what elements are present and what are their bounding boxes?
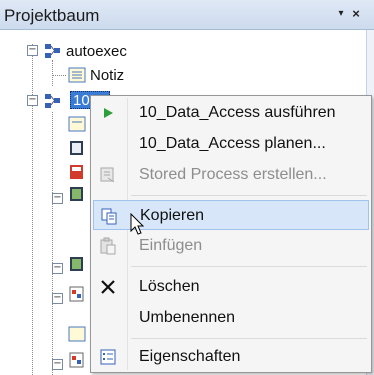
report-icon [69, 352, 84, 368]
collapse-toggle[interactable]: − [52, 293, 63, 304]
tree-guide-line [52, 112, 53, 375]
close-icon[interactable]: × [348, 4, 364, 24]
menu-item-rename[interactable]: Umbenennen [93, 303, 369, 333]
menu-separator [131, 338, 367, 339]
menu-separator [131, 266, 367, 267]
flow-icon [45, 44, 60, 58]
copy-icon [101, 208, 117, 225]
menu-item-label: Eigenschaften [139, 348, 241, 365]
menu-item-delete[interactable]: Löschen [93, 272, 369, 302]
play-icon [104, 108, 113, 118]
menu-separator [131, 195, 367, 196]
menu-item-label: 10_Data_Access planen... [139, 135, 326, 152]
note-icon [68, 116, 86, 132]
data-icon [70, 165, 83, 179]
menu-item-label: Einfügen [139, 237, 203, 254]
collapse-toggle[interactable]: − [52, 359, 63, 370]
paste-icon [100, 237, 116, 255]
menu-item-run[interactable]: 10_Data_Access ausführen [93, 98, 369, 128]
menu-item-schedule[interactable]: 10_Data_Access planen... [93, 129, 369, 159]
chevron-down-icon[interactable]: ▾ [333, 4, 349, 24]
note-icon [68, 326, 86, 342]
menu-item-create-stored-process[interactable]: Stored Process erstellen... [93, 160, 369, 190]
program-icon [70, 257, 83, 271]
menu-item-label: 10_Data_Access ausführen [139, 104, 336, 121]
mouse-cursor-icon [130, 213, 145, 235]
program-icon [70, 141, 83, 155]
panel-header: Projektbaum ▾ × [0, 0, 374, 30]
tree-node-notiz[interactable]: Notiz [90, 67, 124, 84]
menu-item-label: Kopieren [140, 207, 205, 224]
collapse-toggle[interactable]: − [52, 193, 63, 204]
flow-icon [45, 94, 60, 108]
menu-item-label: Umbenennen [139, 309, 236, 326]
panel-title: Projektbaum [4, 6, 100, 25]
tree-guide-line [52, 75, 66, 76]
properties-icon [100, 349, 116, 365]
note-icon [68, 67, 86, 83]
collapse-toggle[interactable]: − [27, 45, 38, 56]
report-icon [69, 286, 84, 302]
menu-item-label: Stored Process erstellen... [139, 166, 327, 183]
menu-item-label: Löschen [139, 278, 200, 295]
collapse-toggle[interactable]: − [52, 263, 63, 274]
program-icon [70, 187, 83, 201]
menu-item-properties[interactable]: Eigenschaften [93, 342, 369, 372]
tree-node-autoexec[interactable]: autoexec [66, 43, 127, 60]
delete-icon [101, 280, 115, 294]
collapse-toggle[interactable]: − [27, 95, 38, 106]
tree-guide-line [52, 60, 53, 86]
stored-process-icon [100, 167, 115, 183]
